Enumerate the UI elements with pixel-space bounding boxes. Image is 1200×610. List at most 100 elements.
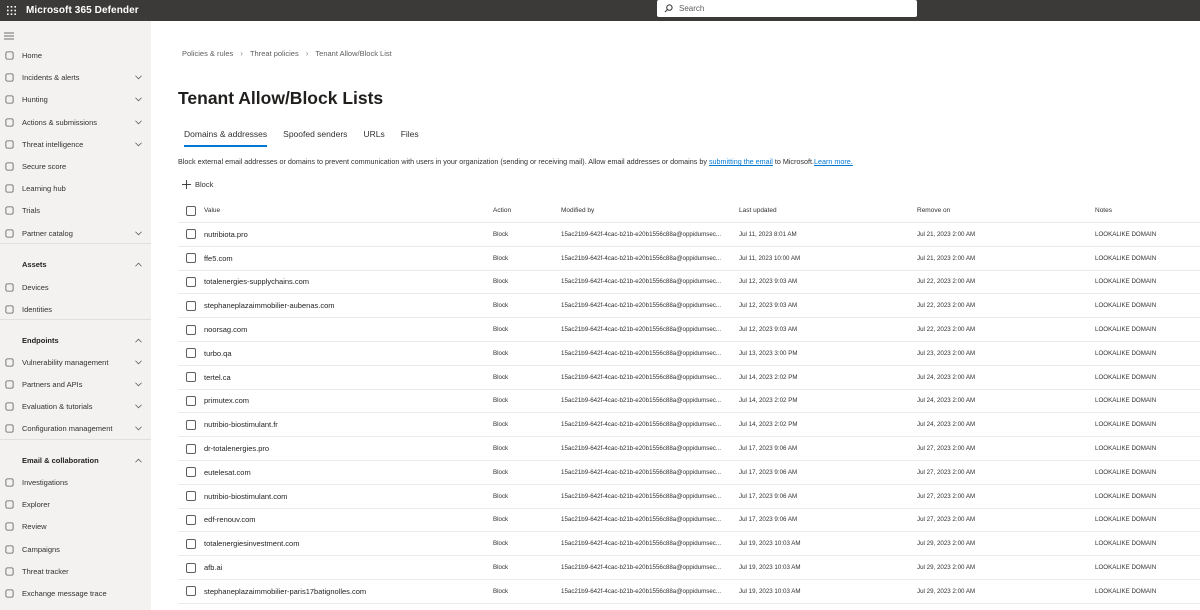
sidebar-item-learning-hub[interactable]: Learning hub bbox=[0, 178, 151, 198]
campaigns-icon bbox=[4, 544, 15, 555]
table-row[interactable]: tertel.ca Block 15ac21b9-642f-4cac-b21b-e2… bbox=[178, 366, 1200, 390]
submitting-email-link[interactable]: submitting the email bbox=[709, 157, 773, 166]
table-row[interactable]: nutribio-biostimulant.com Block 15ac21b9-6… bbox=[178, 485, 1200, 509]
row-checkbox[interactable] bbox=[186, 491, 196, 502]
table-row[interactable]: dr-totalenergies.pro Block 15ac21b9-642f-4… bbox=[178, 437, 1200, 461]
sidebar-item-identities[interactable]: Identities bbox=[0, 299, 151, 319]
sidebar-item-review[interactable]: Review bbox=[0, 516, 151, 536]
sidebar-item-configuration-management[interactable]: Configuration management bbox=[0, 418, 151, 438]
row-checkbox[interactable] bbox=[186, 300, 196, 311]
sidebar-item-home[interactable]: Home bbox=[0, 45, 151, 65]
table-row[interactable]: noorsag.com Block 15ac21b9-642f-4cac-b21b-… bbox=[178, 318, 1200, 342]
block-button[interactable]: Block bbox=[181, 179, 213, 189]
select-all-checkbox[interactable] bbox=[186, 205, 196, 216]
allow-block-table: Value Action Modified by Last updated Re… bbox=[178, 199, 1200, 604]
sidebar-item-label: Vulnerability management bbox=[22, 357, 109, 367]
app-title[interactable]: Microsoft 365 Defender bbox=[26, 5, 139, 16]
row-checkbox[interactable] bbox=[186, 276, 196, 287]
row-last-updated: Jul 14, 2023 2:02 PM bbox=[739, 397, 798, 405]
column-header-last-updated[interactable]: Last updated bbox=[739, 207, 777, 214]
chevron-up-icon[interactable] bbox=[134, 456, 142, 464]
sidebar-section-email-collaboration[interactable]: Email & collaboration bbox=[0, 450, 151, 470]
search-input[interactable] bbox=[679, 4, 899, 13]
row-checkbox[interactable] bbox=[186, 443, 196, 454]
sidebar-item-investigations[interactable]: Investigations bbox=[0, 472, 151, 492]
sidebar-item-hunting[interactable]: Hunting bbox=[0, 89, 151, 109]
table-row[interactable]: nutribiota.pro Block 15ac21b9-642f-4cac-b2… bbox=[178, 223, 1200, 247]
hamburger-menu-icon[interactable] bbox=[4, 27, 14, 40]
chevron-down-icon[interactable] bbox=[134, 73, 142, 81]
chevron-down-icon[interactable] bbox=[134, 424, 142, 432]
tab-urls[interactable]: URLs bbox=[363, 129, 384, 147]
sidebar-item-exchange-message-trace[interactable]: Exchange message trace bbox=[0, 583, 151, 603]
main-content: Policies & rules › Threat policies › Ten… bbox=[151, 21, 1200, 610]
sidebar-item-partner-catalog[interactable]: Partner catalog bbox=[0, 223, 151, 243]
row-remove-on: Jul 27, 2023 2:00 AM bbox=[917, 492, 976, 500]
tab-domains-addresses[interactable]: Domains & addresses bbox=[184, 129, 268, 147]
chevron-down-icon[interactable] bbox=[134, 95, 142, 103]
row-checkbox[interactable] bbox=[186, 348, 196, 359]
sidebar-item-threat-tracker[interactable]: Threat tracker bbox=[0, 561, 151, 581]
tab-files[interactable]: Files bbox=[401, 129, 419, 147]
table-row[interactable]: totalenergiesinvestment.com Block 15ac21b9… bbox=[178, 532, 1200, 557]
chevron-down-icon[interactable] bbox=[134, 402, 142, 410]
column-header-remove-on[interactable]: Remove on bbox=[917, 207, 950, 214]
chevron-down-icon[interactable] bbox=[134, 229, 142, 237]
row-checkbox[interactable] bbox=[186, 253, 196, 264]
row-value: stephaneplazaimmobilier-aubenas.com bbox=[204, 301, 335, 311]
table-row[interactable]: edf-renouv.com Block 15ac21b9-642f-4cac-b2… bbox=[178, 509, 1200, 533]
row-checkbox[interactable] bbox=[186, 467, 196, 478]
row-checkbox[interactable] bbox=[186, 514, 196, 525]
row-checkbox[interactable] bbox=[186, 562, 196, 573]
row-checkbox[interactable] bbox=[186, 586, 196, 597]
row-checkbox[interactable] bbox=[186, 229, 196, 240]
column-header-action[interactable]: Action bbox=[493, 207, 511, 214]
sidebar-item-threat-intelligence[interactable]: Threat intelligence bbox=[0, 134, 151, 154]
table-row[interactable]: eutelesat.com Block 15ac21b9-642f-4cac-b21… bbox=[178, 461, 1200, 485]
sidebar-item-trials[interactable]: Trials bbox=[0, 200, 151, 220]
row-checkbox[interactable] bbox=[186, 395, 196, 406]
sidebar-item-incidents-alerts[interactable]: Incidents & alerts bbox=[0, 67, 151, 87]
table-row[interactable]: primutex.com Block 15ac21b9-642f-4cac-b21b… bbox=[178, 390, 1200, 414]
column-header-modified-by[interactable]: Modified by bbox=[561, 207, 733, 214]
sidebar-item-devices[interactable]: Devices bbox=[0, 277, 151, 297]
sidebar-section-endpoints[interactable]: Endpoints bbox=[0, 330, 151, 350]
row-value: ffe5.com bbox=[204, 253, 233, 263]
row-checkbox[interactable] bbox=[186, 372, 196, 383]
breadcrumb-item-policies-rules[interactable]: Policies & rules bbox=[182, 49, 233, 58]
search-box[interactable] bbox=[657, 0, 917, 17]
column-header-notes[interactable]: Notes bbox=[1095, 207, 1112, 214]
table-row[interactable]: stephaneplazaimmobilier-paris17batignoll… bbox=[178, 580, 1200, 604]
column-header-value[interactable]: Value bbox=[204, 207, 220, 214]
chevron-up-icon[interactable] bbox=[134, 336, 142, 344]
chevron-down-icon[interactable] bbox=[134, 118, 142, 126]
table-row[interactable]: stephaneplazaimmobilier-aubenas.com Block… bbox=[178, 294, 1200, 319]
sidebar-item-label: Home bbox=[22, 50, 43, 60]
sidebar-item-actions-submissions[interactable]: Actions & submissions bbox=[0, 112, 151, 132]
breadcrumb-item-threat-policies[interactable]: Threat policies bbox=[250, 49, 299, 58]
chevron-down-icon[interactable] bbox=[134, 140, 142, 148]
table-row[interactable]: nutribio-biostimulant.fr Block 15ac21b9-64… bbox=[178, 413, 1200, 438]
sidebar-item-campaigns[interactable]: Campaigns bbox=[0, 539, 151, 559]
sidebar-item-explorer[interactable]: Explorer bbox=[0, 494, 151, 514]
table-row[interactable]: turbo.qa Block 15ac21b9-642f-4cac-b21b-e20… bbox=[178, 342, 1200, 366]
sidebar-item-vulnerability-management[interactable]: Vulnerability management bbox=[0, 352, 151, 372]
chevron-down-icon[interactable] bbox=[134, 380, 142, 388]
row-checkbox[interactable] bbox=[186, 538, 196, 549]
learn-more-link[interactable]: Learn more. bbox=[814, 157, 853, 166]
sidebar-section-assets[interactable]: Assets bbox=[0, 254, 151, 274]
sidebar-item-partners-and-apis[interactable]: Partners and APIs bbox=[0, 374, 151, 394]
table-row[interactable]: totalenergies-supplychains.com Block 15ac2… bbox=[178, 271, 1200, 295]
app-launcher-icon[interactable] bbox=[2, 0, 20, 21]
tab-spoofed-senders[interactable]: Spoofed senders bbox=[283, 129, 347, 147]
sidebar-item-secure-score[interactable]: Secure score bbox=[0, 156, 151, 176]
chevron-up-icon[interactable] bbox=[134, 260, 142, 268]
chevron-down-icon[interactable] bbox=[134, 358, 142, 366]
row-action: Block bbox=[493, 468, 509, 476]
sidebar-item-evaluation-tutorials[interactable]: Evaluation & tutorials bbox=[0, 396, 151, 416]
table-row[interactable]: afb.ai Block 15ac21b9-642f-4cac-b21b-e20b1… bbox=[178, 556, 1200, 580]
row-notes: LOOKALIKE DOMAIN bbox=[1095, 278, 1157, 286]
row-checkbox[interactable] bbox=[186, 324, 196, 335]
table-row[interactable]: ffe5.com Block 15ac21b9-642f-4cac-b21b-e20… bbox=[178, 247, 1200, 271]
row-checkbox[interactable] bbox=[186, 419, 196, 430]
